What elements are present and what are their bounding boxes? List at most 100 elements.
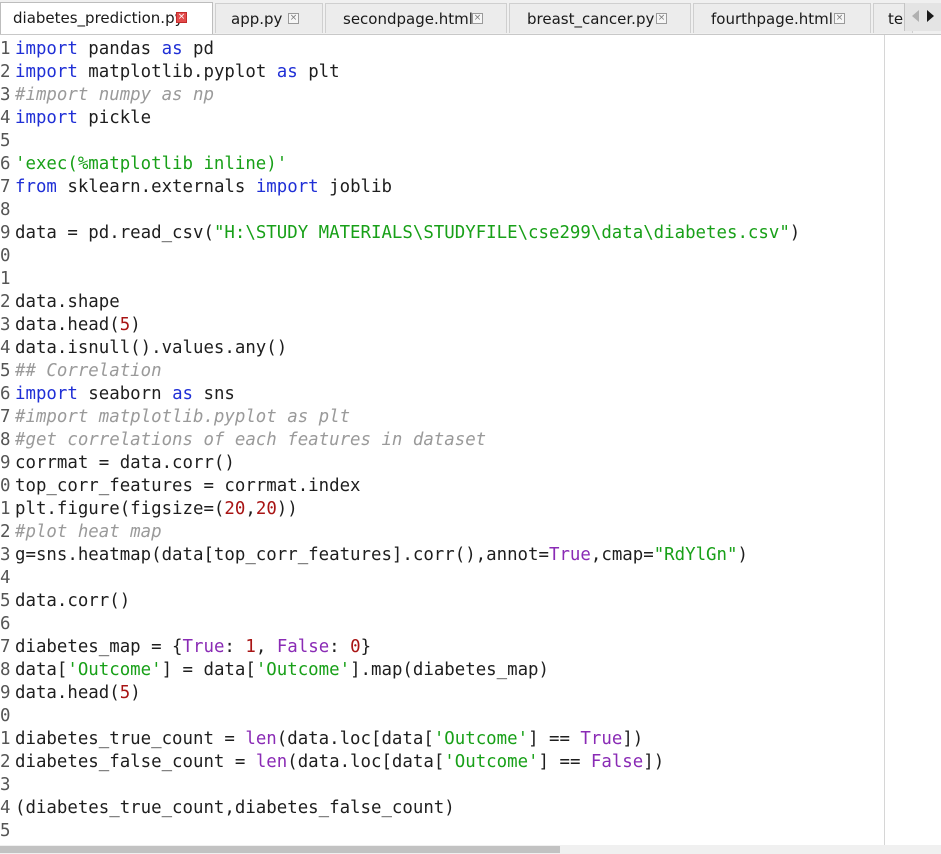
code-line[interactable]: 4 (diabetes_true_count,diabetes_false_cou… xyxy=(0,797,455,820)
code-token: (diabetes_true_count,diabetes_false_coun… xyxy=(15,798,455,818)
tab-label: te xyxy=(888,10,904,28)
code-line[interactable]: 3 data.head(5) xyxy=(0,314,141,337)
code-line[interactable]: 0 xyxy=(0,705,15,728)
code-line[interactable]: 9 data.head(5) xyxy=(0,682,141,705)
code-token: plt.figure(figsize=( xyxy=(15,499,225,519)
code-line[interactable]: 7 #import matplotlib.pyplot as plt xyxy=(0,406,350,429)
code-token: import xyxy=(15,62,78,82)
line-number: 6 xyxy=(0,384,11,404)
code-line[interactable]: 1 import pandas as pd xyxy=(0,38,214,61)
code-line[interactable]: 9 corrmat = data.corr() xyxy=(0,452,235,475)
scroll-left-icon[interactable] xyxy=(912,10,919,22)
line-number: 1 xyxy=(0,499,11,519)
close-icon[interactable]: × xyxy=(176,12,187,23)
code-token: #get correlations of each features in da… xyxy=(15,430,487,450)
code-token: ## Correlation xyxy=(15,361,162,381)
code-token: True xyxy=(548,545,591,565)
code-line[interactable]: 8 xyxy=(0,199,15,222)
line-number: 7 xyxy=(0,177,11,197)
line-number: 4 xyxy=(0,568,11,588)
code-line[interactable]: 0 top_corr_features = corrmat.index xyxy=(0,475,361,498)
code-editor[interactable]: 1 import pandas as pd 2 import matplotlib.p… xyxy=(0,35,941,845)
code-token: g=sns.heatmap(data[top_corr_features].co… xyxy=(15,545,549,565)
code-token: #import matplotlib.pyplot as plt xyxy=(15,407,351,427)
code-token: as xyxy=(161,39,183,59)
tab-label: diabetes_prediction.py xyxy=(13,9,184,27)
code-line[interactable]: 0 xyxy=(0,245,15,268)
code-line[interactable]: 4 xyxy=(0,567,15,590)
code-token: 20 xyxy=(255,499,277,519)
code-line[interactable]: 9 data = pd.read_csv("H:\STUDY MATERIALS\… xyxy=(0,222,800,245)
line-number: 9 xyxy=(0,223,11,243)
code-line[interactable]: 8 data['Outcome'] = data['Outcome'].map(d… xyxy=(0,659,549,682)
code-token: sns xyxy=(193,384,235,404)
code-token: ] = data[ xyxy=(161,660,256,680)
line-number: 6 xyxy=(0,154,11,174)
code-token: False xyxy=(276,637,330,657)
scroll-right-icon[interactable] xyxy=(927,10,934,22)
code-line[interactable]: 2 diabetes_false_count = len(data.loc[dat… xyxy=(0,751,664,774)
line-number: 5 xyxy=(0,131,11,151)
line-number: 3 xyxy=(0,315,11,335)
code-token: 'exec(%matplotlib inline)' xyxy=(15,154,288,174)
code-line[interactable]: 2 #plot heat map xyxy=(0,521,162,544)
code-line[interactable]: 1 diabetes_true_count = len(data.loc[data… xyxy=(0,728,643,751)
tab-app[interactable]: app.py × xyxy=(215,3,323,33)
tab-diabetes-prediction[interactable]: diabetes_prediction.py × xyxy=(0,2,213,34)
line-number: 5 xyxy=(0,821,11,841)
close-icon[interactable]: × xyxy=(656,13,667,24)
code-token: )) xyxy=(276,499,298,519)
close-icon[interactable]: × xyxy=(288,13,299,24)
code-line[interactable]: 2 import matplotlib.pyplot as plt xyxy=(0,61,340,84)
code-token: 'Outcome' xyxy=(67,660,162,680)
code-token: pandas xyxy=(77,39,162,59)
code-line[interactable]: 5 xyxy=(0,130,15,153)
code-line[interactable]: 5 data.corr() xyxy=(0,590,130,613)
code-line[interactable]: 4 import pickle xyxy=(0,107,151,130)
horizontal-scrollbar[interactable] xyxy=(0,845,941,854)
code-token: 5 xyxy=(119,315,131,335)
line-number: 8 xyxy=(0,430,11,450)
close-icon[interactable]: × xyxy=(472,13,483,24)
close-icon[interactable]: × xyxy=(834,13,845,24)
code-line[interactable]: 5 xyxy=(0,820,15,843)
scrollbar-thumb[interactable] xyxy=(0,846,560,853)
code-line[interactable]: 5 ## Correlation xyxy=(0,360,162,383)
edge-column-guide xyxy=(884,35,885,845)
line-number: 0 xyxy=(0,476,11,496)
code-token: plt xyxy=(297,62,340,82)
line-number: 2 xyxy=(0,292,11,312)
line-number: 1 xyxy=(0,269,11,289)
code-token: len xyxy=(245,729,277,749)
line-number: 7 xyxy=(0,407,11,427)
tab-breast-cancer[interactable]: breast_cancer.py × xyxy=(509,3,691,33)
line-number: 8 xyxy=(0,200,11,220)
code-token: ,cmap= xyxy=(590,545,654,565)
code-token: ] == xyxy=(538,752,591,772)
code-line[interactable]: 2 data.shape xyxy=(0,291,120,314)
code-line[interactable]: 3 #import numpy as np xyxy=(0,84,214,107)
code-line[interactable]: 3 g=sns.heatmap(data[top_corr_features].c… xyxy=(0,544,748,567)
code-token: : xyxy=(224,637,246,657)
code-line[interactable]: 6 import seaborn as sns xyxy=(0,383,235,406)
tab-secondpage[interactable]: secondpage.html × xyxy=(325,3,507,33)
code-line[interactable]: 7 from sklearn.externals import joblib xyxy=(0,176,392,199)
line-number: 9 xyxy=(0,683,11,703)
code-line[interactable]: 6 xyxy=(0,613,15,636)
tab-fourthpage[interactable]: fourthpage.html × xyxy=(693,3,871,33)
code-line[interactable]: 1 plt.figure(figsize=(20,20)) xyxy=(0,498,298,521)
tab-label: secondpage.html xyxy=(343,10,473,28)
line-number: 8 xyxy=(0,660,11,680)
code-token: import xyxy=(255,177,319,197)
code-line[interactable]: 1 xyxy=(0,268,15,291)
code-token: seaborn xyxy=(77,384,173,404)
code-line[interactable]: 4 data.isnull().values.any() xyxy=(0,337,287,360)
tab-label: app.py xyxy=(231,10,283,28)
code-line[interactable]: 6'exec(%matplotlib inline)' xyxy=(0,153,287,176)
line-number: 3 xyxy=(0,775,11,795)
code-line[interactable]: 7 diabetes_map = {True: 1, False: 0} xyxy=(0,636,371,659)
line-number: 3 xyxy=(0,545,11,565)
code-line[interactable]: 3 xyxy=(0,774,15,797)
code-line[interactable]: 8 #get correlations of each features in d… xyxy=(0,429,486,452)
code-token: "RdYlGn" xyxy=(653,545,738,565)
